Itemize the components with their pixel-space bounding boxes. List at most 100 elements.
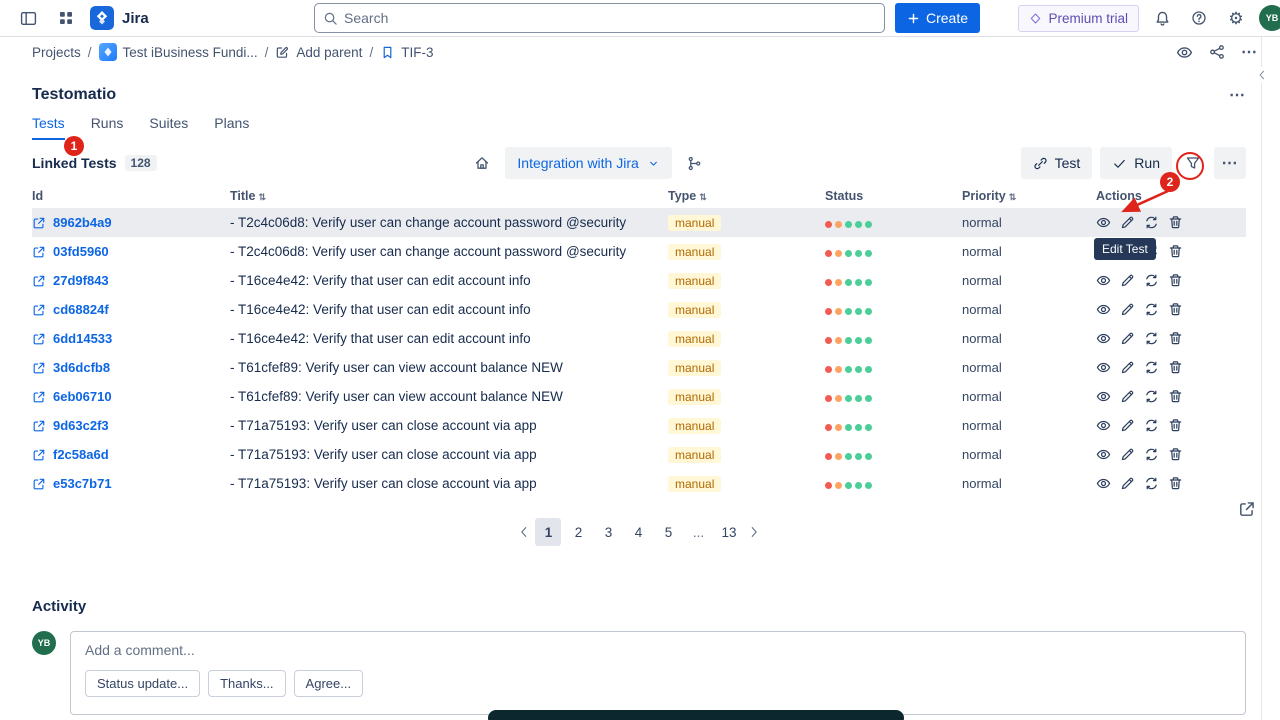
tab-tests[interactable]: Tests (32, 115, 65, 140)
notifications-bell-icon[interactable] (1148, 4, 1176, 32)
test-id-link[interactable]: 6dd14533 (53, 331, 112, 346)
integration-dropdown[interactable]: Integration with Jira (505, 147, 671, 179)
table-row[interactable]: 6dd14533 - T16ce4e42: Verify that user c… (32, 324, 1246, 353)
search-input[interactable] (344, 10, 876, 26)
table-row[interactable]: 03fd5960 - T2c4c06d8: Verify user can ch… (32, 237, 1246, 266)
watch-eye-icon[interactable] (1176, 44, 1193, 61)
breadcrumb-issue-key[interactable]: TIF-3 (380, 45, 433, 60)
table-row[interactable]: 6eb06710 - T61cfef89: Verify user can vi… (32, 382, 1246, 411)
col-id[interactable]: Id (32, 189, 230, 203)
table-row[interactable]: 3d6dcfb8 - T61cfef89: Verify user can vi… (32, 353, 1246, 382)
test-id-link[interactable]: 8962b4a9 (53, 215, 112, 230)
delete-icon[interactable] (1168, 360, 1183, 375)
delete-icon[interactable] (1168, 331, 1183, 346)
test-id-link[interactable]: cd68824f (53, 302, 109, 317)
test-id-link[interactable]: f2c58a6d (53, 447, 109, 462)
edit-icon[interactable] (1120, 273, 1135, 288)
col-title[interactable]: Title⇅ (230, 189, 668, 203)
sidebar-toggle-button[interactable] (14, 4, 42, 32)
sync-icon[interactable] (1144, 476, 1159, 491)
breadcrumb-project-link[interactable]: Test iBusiness Fundi... (99, 43, 258, 61)
pagination-prev-icon[interactable] (517, 525, 531, 539)
toolbar-more-icon[interactable]: ⋯ (1214, 147, 1246, 179)
tab-runs[interactable]: Runs (91, 115, 124, 140)
pagination-next-icon[interactable] (747, 525, 761, 539)
user-avatar[interactable]: YB (1259, 5, 1280, 31)
sync-icon[interactable] (1144, 389, 1159, 404)
collapse-panel-icon[interactable] (1254, 67, 1270, 83)
export-icon[interactable] (1238, 500, 1256, 518)
home-icon[interactable] (469, 150, 495, 176)
test-id-link[interactable]: 27d9f843 (53, 273, 109, 288)
settings-gear-icon[interactable]: ⚙ (1222, 4, 1250, 32)
view-icon[interactable] (1096, 331, 1111, 346)
edit-icon[interactable] (1120, 302, 1135, 317)
add-parent-button[interactable]: Add parent (275, 45, 362, 60)
panel-more-icon[interactable]: ⋯ (1229, 85, 1246, 105)
sync-icon[interactable] (1144, 273, 1159, 288)
delete-icon[interactable] (1168, 476, 1183, 491)
sync-icon[interactable] (1144, 331, 1159, 346)
table-row[interactable]: 9d63c2f3 - T71a75193: Verify user can cl… (32, 411, 1246, 440)
table-row[interactable]: 27d9f843 - T16ce4e42: Verify that user c… (32, 266, 1246, 295)
external-link-icon[interactable] (32, 332, 46, 346)
col-priority[interactable]: Priority⇅ (962, 189, 1096, 203)
tab-plans[interactable]: Plans (214, 115, 249, 140)
global-search[interactable] (314, 3, 885, 33)
external-link-icon[interactable] (32, 361, 46, 375)
test-id-link[interactable]: 03fd5960 (53, 244, 109, 259)
view-icon[interactable] (1096, 418, 1111, 433)
issue-more-icon[interactable]: ⋯ (1241, 42, 1258, 62)
view-icon[interactable] (1096, 389, 1111, 404)
col-status[interactable]: Status (825, 189, 962, 203)
col-type[interactable]: Type⇅ (668, 189, 825, 203)
table-row[interactable]: f2c58a6d - T71a75193: Verify user can cl… (32, 440, 1246, 469)
delete-icon[interactable] (1168, 244, 1183, 259)
edit-icon[interactable] (1120, 476, 1135, 491)
view-icon[interactable] (1096, 476, 1111, 491)
external-link-icon[interactable] (32, 419, 46, 433)
view-icon[interactable] (1096, 360, 1111, 375)
page-1[interactable]: 1 (535, 518, 561, 546)
quick-reply-agree[interactable]: Agree... (294, 670, 364, 697)
delete-icon[interactable] (1168, 418, 1183, 433)
external-link-icon[interactable] (32, 477, 46, 491)
share-icon[interactable] (1209, 44, 1225, 60)
edit-icon[interactable] (1120, 447, 1135, 462)
external-link-icon[interactable] (32, 303, 46, 317)
run-button[interactable]: Run (1100, 147, 1172, 179)
view-icon[interactable] (1096, 447, 1111, 462)
edit-icon[interactable] (1120, 389, 1135, 404)
sync-icon[interactable] (1144, 302, 1159, 317)
quick-reply-status-update[interactable]: Status update... (85, 670, 200, 697)
table-row[interactable]: cd68824f - T16ce4e42: Verify that user c… (32, 295, 1246, 324)
link-test-button[interactable]: Test (1021, 147, 1093, 179)
external-link-icon[interactable] (32, 216, 46, 230)
view-icon[interactable] (1096, 273, 1111, 288)
page-5[interactable]: 5 (655, 518, 681, 546)
delete-icon[interactable] (1168, 389, 1183, 404)
delete-icon[interactable] (1168, 447, 1183, 462)
help-icon[interactable] (1185, 4, 1213, 32)
sync-icon[interactable] (1144, 360, 1159, 375)
app-switcher-icon[interactable] (52, 4, 80, 32)
table-row[interactable]: e53c7b71 - T71a75193: Verify user can cl… (32, 469, 1246, 498)
edit-icon[interactable] (1120, 418, 1135, 433)
table-row[interactable]: 8962b4a9 - T2c4c06d8: Verify user can ch… (32, 208, 1246, 237)
page-4[interactable]: 4 (625, 518, 651, 546)
sync-icon[interactable] (1144, 418, 1159, 433)
view-icon[interactable] (1096, 215, 1111, 230)
breadcrumb-projects-link[interactable]: Projects (32, 45, 81, 60)
comment-box[interactable]: Status update... Thanks... Agree... (70, 631, 1246, 715)
external-link-icon[interactable] (32, 274, 46, 288)
sync-icon[interactable] (1144, 447, 1159, 462)
delete-icon[interactable] (1168, 273, 1183, 288)
external-link-icon[interactable] (32, 390, 46, 404)
test-id-link[interactable]: 9d63c2f3 (53, 418, 109, 433)
branch-icon[interactable] (682, 150, 708, 176)
external-link-icon[interactable] (32, 245, 46, 259)
test-id-link[interactable]: 3d6dcfb8 (53, 360, 110, 375)
external-link-icon[interactable] (32, 448, 46, 462)
page-13[interactable]: 13 (715, 518, 742, 546)
jira-logo[interactable] (90, 6, 114, 30)
